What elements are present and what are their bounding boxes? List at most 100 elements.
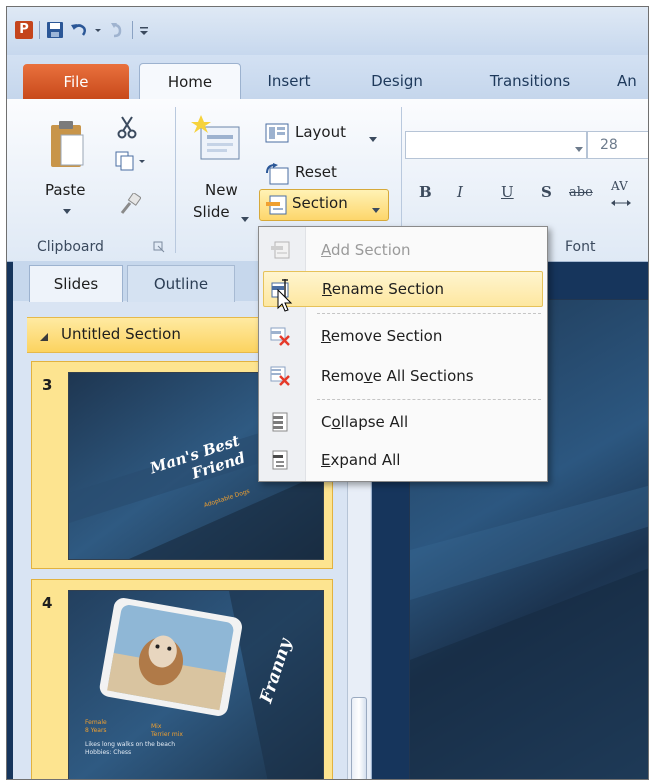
redo-icon[interactable] [108,21,126,39]
save-icon[interactable] [46,21,64,39]
toolbar-divider [132,21,133,39]
tab-animations[interactable]: An [617,63,648,99]
menu-item-remove-all-sections[interactable]: Remove All Sections [263,359,541,393]
new-slide-icon[interactable] [191,115,243,171]
section-name: Untitled Section [61,325,181,343]
font-size-value: 28 [600,137,618,153]
menu-item-label: Expand All [321,443,400,477]
menu-item-label: Rename Section [322,272,444,306]
body-text-line: Likes long walks on the beach [85,741,176,748]
section-button[interactable]: Section [259,189,389,221]
label-rest: emove Section [330,327,443,345]
caption-text: 8 Years [85,727,107,734]
undo-dropdown-icon[interactable] [94,21,102,39]
scrollbar-thumb[interactable] [351,697,367,779]
quick-access-toolbar: P [15,21,149,39]
customize-toolbar-icon[interactable] [139,21,149,39]
label-rest: ename Section [331,280,445,298]
slide-number: 4 [42,594,53,612]
label-rest: xpand All [330,451,401,469]
menu-item-rename-section[interactable]: Rename Section [263,271,543,307]
undo-icon[interactable] [70,21,88,39]
menu-item-label: Collapse All [321,405,408,439]
font-size-input[interactable]: 28 [587,131,648,159]
slide-thumbnail[interactable]: Franny Female 8 Years Mix Terrier mix Li… [68,590,324,779]
paste-button[interactable]: Paste [45,181,86,199]
menu-item-add-section[interactable]: Add Section [263,233,541,267]
access-key: o [331,413,341,431]
tab-design[interactable]: Design [355,63,439,99]
access-key: A [321,241,331,259]
label-prefix: C [321,413,332,431]
layout-button[interactable]: Layout [295,123,346,141]
collapse-all-icon [269,412,291,432]
new-slide-dropdown-icon[interactable] [241,211,249,227]
menu-item-label: Remove Section [321,319,442,353]
section-dropdown-menu: Add Section Rename Section Remove Sectio… [258,226,548,482]
copy-icon[interactable] [115,151,147,175]
collapse-section-icon[interactable] [39,330,49,346]
clipboard-launcher-icon[interactable] [153,241,165,257]
expand-all-icon [269,450,291,470]
new-slide-button[interactable]: Slide [193,203,230,221]
format-painter-icon[interactable] [119,191,142,219]
italic-button[interactable]: I [457,183,463,201]
menu-item-expand-all[interactable]: Expand All [263,443,541,477]
section-dropdown-icon [372,202,380,218]
layout-dropdown-icon[interactable] [369,131,377,147]
underline-button[interactable]: U [501,183,514,201]
tab-outline[interactable]: Outline [127,265,235,302]
paste-icon[interactable] [47,119,87,175]
strikethrough-button[interactable]: abe [569,185,593,200]
caption-text: Mix [151,723,162,730]
tab-file[interactable]: File [23,64,129,99]
tab-transitions[interactable]: Transitions [467,63,593,99]
label-rest: dd Section [331,241,411,259]
menu-item-label: Remove All Sections [321,359,474,393]
access-key: v [363,367,373,385]
section-icon [264,194,288,220]
menu-separator [317,399,541,400]
clipboard-group-label: Clipboard [37,239,104,255]
font-group-label: Font [565,239,596,255]
powerpoint-app-icon[interactable]: P [15,21,33,39]
slide-thumbnail-item[interactable]: 4 Franny Female 8 Years Mix Terrier mix … [31,579,333,779]
new-slide-label-1[interactable]: New [205,181,238,199]
slide-body-text: Likes long walks on the beach Hobbies: C… [85,741,175,757]
label-rest: llapse All [340,413,409,431]
slide-number: 3 [42,376,53,394]
label-rest: e All Sections [372,367,474,385]
caption-text: Female [85,719,107,726]
menu-item-collapse-all[interactable]: Collapse All [263,405,541,439]
add-section-icon [269,240,291,260]
tab-home[interactable]: Home [139,63,241,100]
slide-caption-right: Mix Terrier mix [151,723,183,739]
menu-item-label: Add Section [321,233,411,267]
remove-all-sections-icon [269,366,291,386]
text-shadow-button[interactable]: S [541,183,552,201]
layout-icon[interactable] [265,123,289,147]
reset-icon[interactable] [265,163,289,189]
font-name-dropdown-icon[interactable] [575,141,583,157]
bold-button[interactable]: B [419,183,432,201]
character-spacing-button[interactable]: AV [611,179,628,193]
reset-button[interactable]: Reset [295,163,337,181]
tab-slides[interactable]: Slides [29,265,123,302]
mouse-cursor-icon [277,288,293,317]
remove-section-icon [269,326,291,346]
paste-dropdown-icon[interactable] [63,203,71,219]
character-spacing-arrows-icon [611,195,631,211]
font-name-input[interactable] [405,131,587,159]
label-prefix: Remo [321,367,364,385]
slide-caption-left: Female 8 Years [85,719,107,735]
section-button-label: Section [292,194,348,212]
group-divider [175,107,176,253]
tab-insert[interactable]: Insert [249,63,329,99]
menu-item-remove-section[interactable]: Remove Section [263,319,541,353]
cut-icon[interactable] [117,115,137,143]
menu-separator [317,313,541,314]
body-text-line: Hobbies: Chess [85,749,132,756]
access-key: R [321,327,331,345]
ribbon-tabs: File Home Insert Design Transitions An [7,55,648,100]
access-key: R [322,280,332,298]
